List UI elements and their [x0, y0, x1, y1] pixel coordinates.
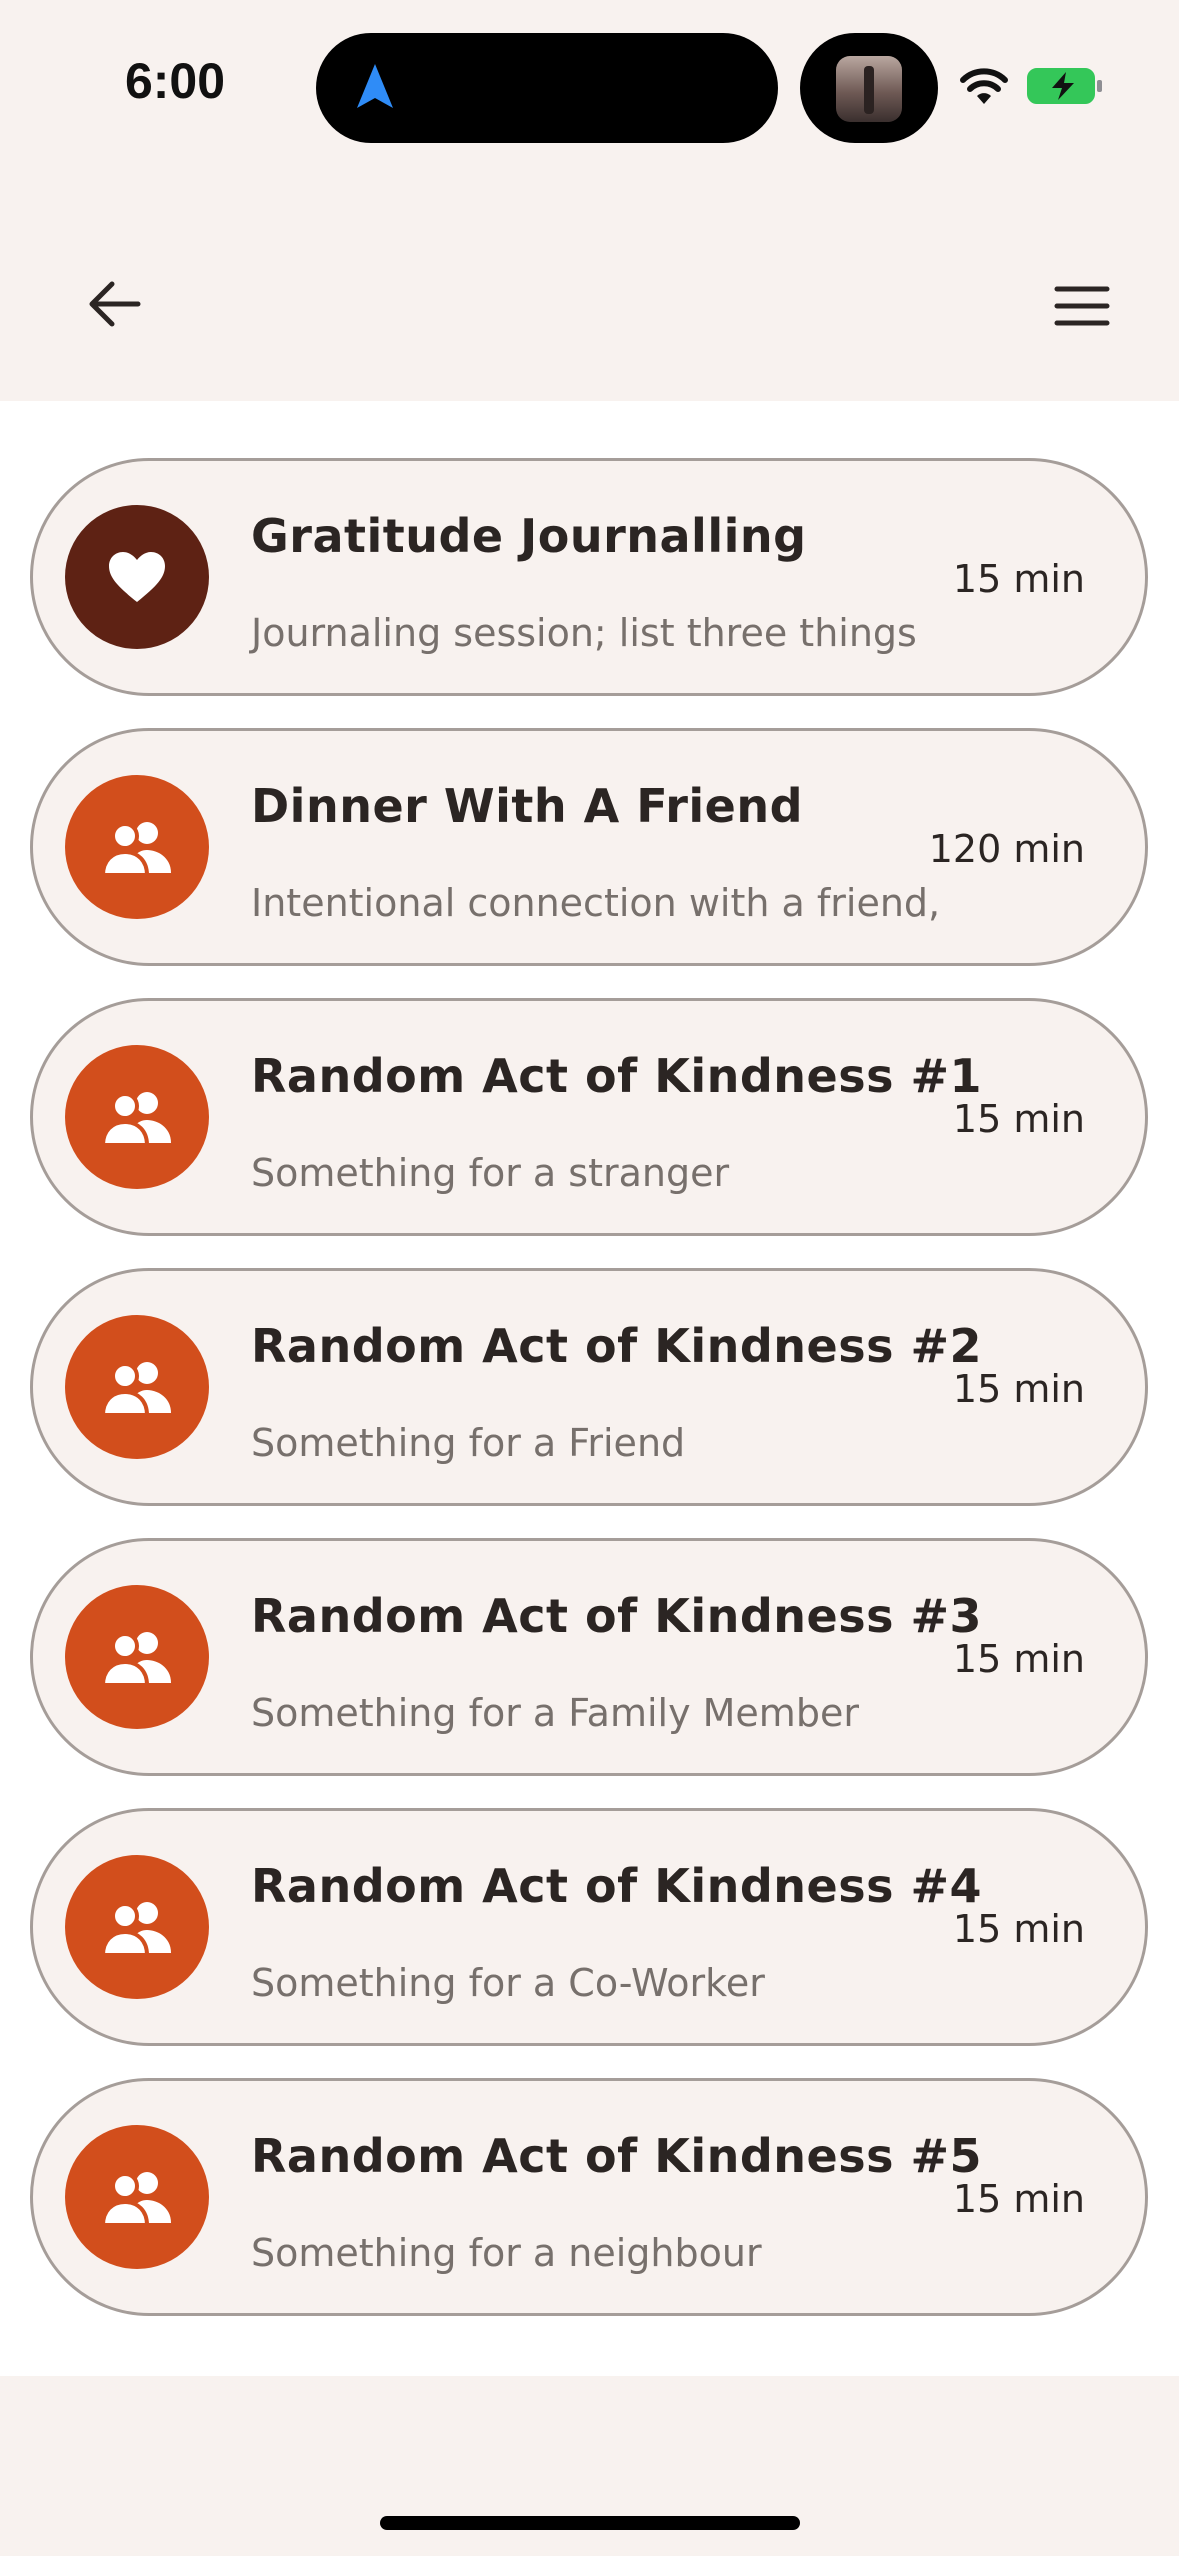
activity-subtitle: Journaling session; list three things — [251, 611, 917, 655]
activity-title: Random Act of Kindness #3 — [251, 1589, 983, 1643]
activity-duration: 15 min — [952, 1097, 1085, 1141]
activity-duration: 15 min — [952, 2177, 1085, 2221]
activity-duration: 15 min — [952, 557, 1085, 601]
activity-subtitle: Intentional connection with a friend, — [251, 881, 941, 925]
heart-icon — [109, 552, 165, 602]
status-time: 6:00 — [124, 53, 226, 109]
back-button[interactable] — [78, 268, 150, 340]
media-thumbnail — [836, 56, 902, 122]
activity-icon-badge — [65, 1045, 209, 1189]
people-icon — [101, 2172, 171, 2225]
activity-card[interactable]: Random Act of Kindness #3 Something for a… — [30, 1538, 1148, 1776]
menu-button[interactable] — [1046, 270, 1118, 342]
wifi-icon — [960, 68, 1008, 104]
activity-icon-badge — [65, 775, 209, 919]
activity-subtitle: Something for a Co-Worker — [251, 1961, 765, 2005]
activity-card[interactable]: Gratitude Journalling Journaling session;… — [30, 458, 1148, 696]
hamburger-menu-icon — [1054, 286, 1110, 326]
people-icon — [101, 1902, 171, 1955]
activity-subtitle: Something for a Friend — [251, 1421, 686, 1465]
activity-icon-badge — [65, 1855, 209, 1999]
activity-card[interactable]: Random Act of Kindness #4 Something for a… — [30, 1808, 1148, 2046]
activity-subtitle: Something for a neighbour — [251, 2231, 762, 2275]
activity-duration: 15 min — [952, 1637, 1085, 1681]
activity-duration: 120 min — [928, 827, 1085, 871]
activity-card[interactable]: Random Act of Kindness #1 Something for a… — [30, 998, 1148, 1236]
activity-title: Dinner With A Friend — [251, 779, 804, 833]
activity-list: Gratitude Journalling Journaling session;… — [30, 458, 1148, 2348]
home-indicator[interactable] — [380, 2516, 800, 2530]
activity-title: Random Act of Kindness #1 — [251, 1049, 983, 1103]
activity-title: Random Act of Kindness #5 — [251, 2129, 983, 2183]
activity-title: Random Act of Kindness #2 — [251, 1319, 983, 1373]
status-bar: 6:00 — [0, 0, 1179, 180]
activity-card[interactable]: Random Act of Kindness #5 Something for a… — [30, 2078, 1148, 2316]
activity-icon-badge — [65, 2125, 209, 2269]
activity-icon-badge — [65, 505, 209, 649]
arrow-left-icon — [89, 281, 141, 327]
activity-icon-badge — [65, 1585, 209, 1729]
people-icon — [101, 1632, 171, 1685]
activity-title: Random Act of Kindness #4 — [251, 1859, 983, 1913]
activity-card[interactable]: Dinner With A Friend Intentional connecti… — [30, 728, 1148, 966]
navigation-arrow-icon — [357, 64, 393, 108]
people-icon — [101, 822, 171, 875]
activity-subtitle: Something for a stranger — [251, 1151, 730, 1195]
people-icon — [101, 1092, 171, 1145]
battery-charging-icon — [1027, 68, 1102, 104]
activity-subtitle: Something for a Family Member — [251, 1691, 859, 1735]
activity-icon-badge — [65, 1315, 209, 1459]
people-icon — [101, 1362, 171, 1415]
activity-title: Gratitude Journalling — [251, 509, 807, 563]
activity-card[interactable]: Random Act of Kindness #2 Something for a… — [30, 1268, 1148, 1506]
activity-duration: 15 min — [952, 1367, 1085, 1411]
activity-duration: 15 min — [952, 1907, 1085, 1951]
